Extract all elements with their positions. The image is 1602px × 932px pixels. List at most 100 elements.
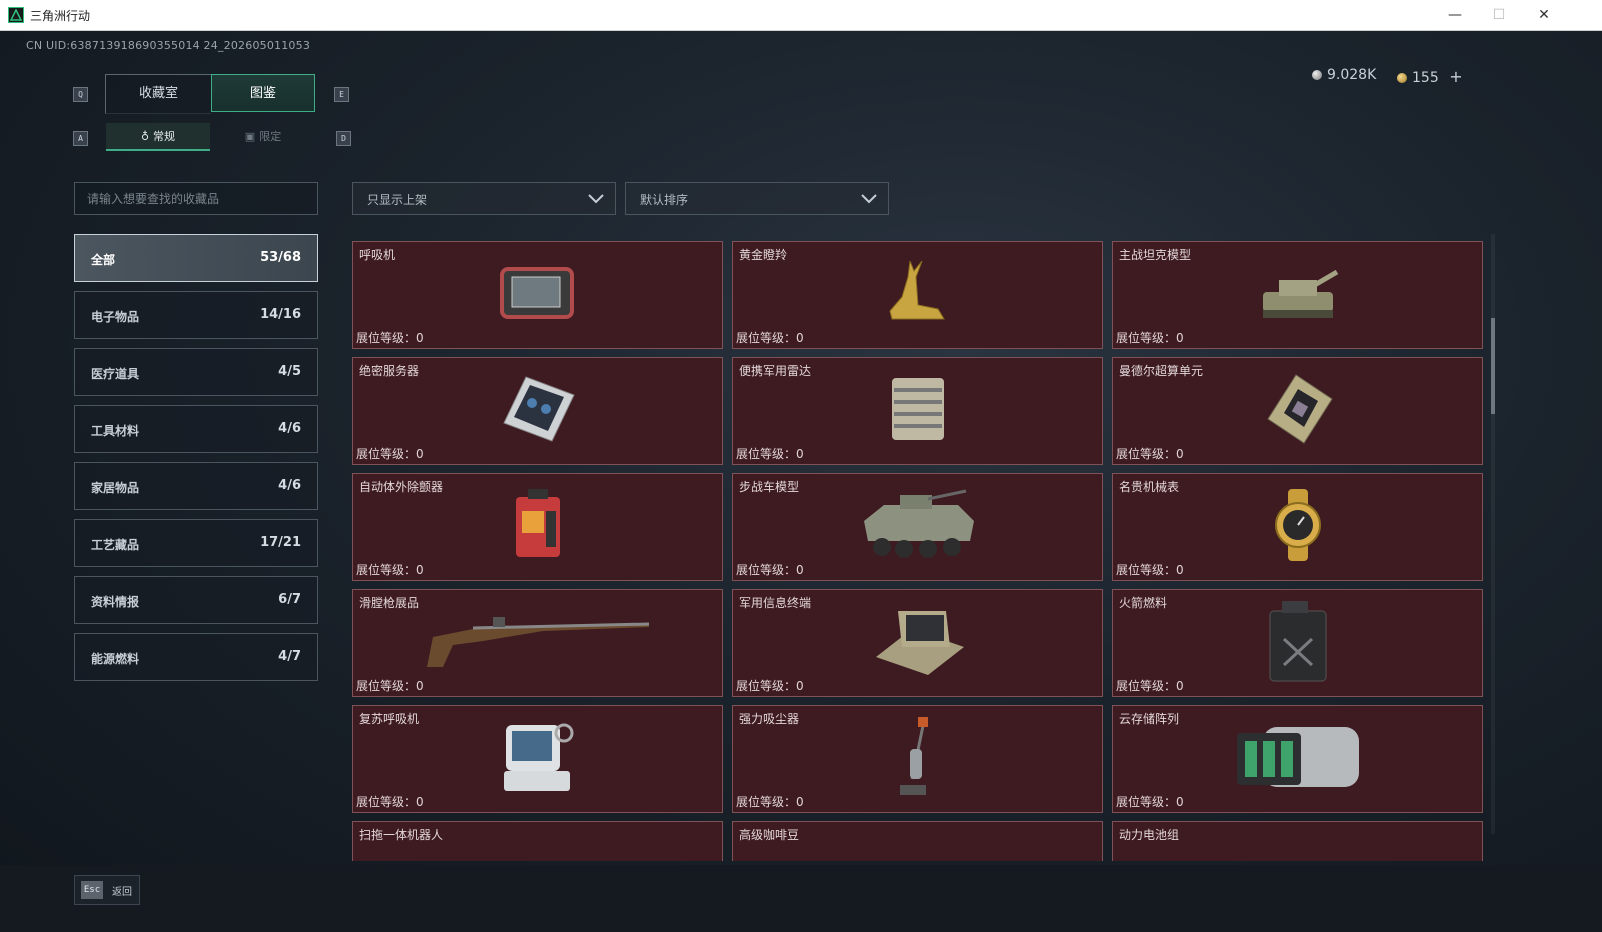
category-name: 医疗道具 <box>91 367 140 381</box>
radar-icon <box>878 374 958 448</box>
window-title: 三角洲行动 <box>30 9 91 23</box>
subtab-limited-label: 限定 <box>259 130 282 143</box>
supercomputer-unit-icon <box>1258 373 1338 449</box>
grid-scroll-thumb[interactable] <box>1491 318 1495 414</box>
fuel-can-icon <box>1262 599 1334 687</box>
item-name: 强力吸尘器 <box>739 712 800 726</box>
booth-level: 展位等级：0 <box>356 563 424 577</box>
terminal-icon <box>868 603 968 683</box>
collection-item-card[interactable]: 复苏呼吸机 展位等级：0 <box>352 705 723 813</box>
collection-item-card[interactable]: 步战车模型展位等级：0 <box>732 473 1103 581</box>
collection-item-card[interactable]: 绝密服务器 展位等级：0 <box>352 357 723 465</box>
category-count: 4/6 <box>278 478 301 493</box>
collection-item-card[interactable]: 军用信息终端 展位等级：0 <box>732 589 1103 697</box>
item-name: 复苏呼吸机 <box>359 712 420 726</box>
tab-collection-room[interactable]: 收藏室 <box>105 74 211 114</box>
musket-icon <box>423 611 653 675</box>
category-item[interactable]: 能源燃料 4/7 <box>74 633 318 681</box>
window-titlebar: 三角洲行动 — ☐ ✕ <box>0 0 1602 31</box>
category-item[interactable]: 工具材料 4/6 <box>74 405 318 453</box>
category-item[interactable]: 工艺藏品 17/21 <box>74 519 318 567</box>
search-box <box>74 182 318 215</box>
collection-item-card[interactable]: 强力吸尘器 展位等级：0 <box>732 705 1103 813</box>
add-currency-button[interactable]: + <box>1449 67 1462 86</box>
grid-scrollbar[interactable] <box>1491 234 1495 834</box>
silver-coin-icon <box>1312 70 1322 80</box>
category-count: 14/16 <box>260 307 301 322</box>
collection-item-card[interactable]: 高级咖啡豆展位等级：0 <box>732 821 1103 861</box>
booth-level: 展位等级：0 <box>356 679 424 693</box>
item-name: 动力电池组 <box>1119 828 1180 842</box>
chevron-down-icon <box>861 194 877 204</box>
booth-level: 展位等级：0 <box>736 679 804 693</box>
vacuum-icon <box>898 715 938 803</box>
category-item[interactable]: 全部 53/68 <box>74 234 318 282</box>
collection-item-card[interactable]: 动力电池组展位等级：0 <box>1112 821 1483 861</box>
collection-item-card[interactable]: 主战坦克模型 展位等级：0 <box>1112 241 1483 349</box>
category-item[interactable]: 电子物品 14/16 <box>74 291 318 339</box>
subtab-regular[interactable]: ♁ 常规 <box>106 123 210 151</box>
bottom-bar <box>0 865 1602 932</box>
key-hint-q: Q <box>73 87 88 102</box>
collection-item-card[interactable]: 曼德尔超算单元 展位等级：0 <box>1112 357 1483 465</box>
category-name: 工具材料 <box>91 424 140 438</box>
category-name: 工艺藏品 <box>91 538 140 552</box>
app-logo-icon <box>8 7 24 23</box>
category-name: 电子物品 <box>91 310 140 324</box>
collection-item-card[interactable]: 黄金瞪羚 展位等级：0 <box>732 241 1103 349</box>
category-count: 6/7 <box>278 592 301 607</box>
collection-item-card[interactable]: 云存储阵列 展位等级：0 <box>1112 705 1483 813</box>
collection-item-card[interactable]: 便携军用雷达 展位等级：0 <box>732 357 1103 465</box>
silver-currency: 9.028K <box>1312 67 1376 83</box>
storage-array-icon <box>1233 719 1363 799</box>
item-grid: 呼吸机 展位等级：0 黄金瞪羚 展位等级：0 主战坦克模型 展位等级：0 绝密服务器 展位等级… <box>352 241 1496 861</box>
booth-level: 展位等级：0 <box>1116 679 1184 693</box>
item-name: 黄金瞪羚 <box>739 248 788 262</box>
subtab-limited[interactable]: ▣ 限定 <box>211 123 315 151</box>
category-item[interactable]: 医疗道具 4/5 <box>74 348 318 396</box>
item-name: 云存储阵列 <box>1119 712 1180 726</box>
search-input[interactable] <box>75 183 317 214</box>
collection-item-card[interactable]: 火箭燃料展位等级：0 <box>1112 589 1483 697</box>
tab-codex[interactable]: 图鉴 <box>211 74 315 112</box>
close-button[interactable]: ✕ <box>1523 2 1565 28</box>
resuscitator-icon <box>496 719 580 799</box>
category-name: 家居物品 <box>91 481 140 495</box>
shelf-filter-dropdown[interactable]: 只显示上架 <box>352 182 616 215</box>
booth-level: 展位等级：0 <box>736 447 804 461</box>
category-count: 17/21 <box>260 535 301 550</box>
booth-level: 展位等级：0 <box>736 563 804 577</box>
sort-dropdown[interactable]: 默认排序 <box>625 182 889 215</box>
defibrillator-icon <box>510 487 566 567</box>
item-name: 步战车模型 <box>739 480 800 494</box>
tank-model-icon <box>1253 258 1343 332</box>
collection-item-card[interactable]: 扫拖一体机器人展位等级：0 <box>352 821 723 861</box>
minimize-button[interactable]: — <box>1434 2 1476 28</box>
collection-item-card[interactable]: 自动体外除颤器 展位等级：0 <box>352 473 723 581</box>
server-icon <box>496 373 580 449</box>
sort-value: 默认排序 <box>640 193 689 207</box>
key-hint-e: E <box>334 87 349 102</box>
shelf-filter-value: 只显示上架 <box>367 193 428 207</box>
collection-item-card[interactable]: 呼吸机 展位等级：0 <box>352 241 723 349</box>
item-name: 火箭燃料 <box>1119 596 1168 610</box>
category-name: 全部 <box>91 253 116 267</box>
item-name: 扫拖一体机器人 <box>359 828 444 842</box>
category-count: 4/5 <box>278 364 301 379</box>
item-name: 高级咖啡豆 <box>739 828 800 842</box>
category-item[interactable]: 资料情报 6/7 <box>74 576 318 624</box>
booth-level: 展位等级：0 <box>1116 447 1184 461</box>
category-count: 4/6 <box>278 421 301 436</box>
collection-item-card[interactable]: 名贵机械表 展位等级：0 <box>1112 473 1483 581</box>
category-item[interactable]: 家居物品 4/6 <box>74 462 318 510</box>
maximize-button[interactable]: ☐ <box>1478 2 1520 28</box>
item-name: 军用信息终端 <box>739 596 812 610</box>
collection-item-card[interactable]: 滑膛枪展品 展位等级：0 <box>352 589 723 697</box>
category-name: 能源燃料 <box>91 652 140 666</box>
item-name: 呼吸机 <box>359 248 396 262</box>
back-button[interactable]: Esc 返回 <box>74 875 140 905</box>
booth-level: 展位等级：0 <box>356 447 424 461</box>
flask-icon: ♁ <box>140 130 150 143</box>
booth-level: 展位等级：0 <box>1116 563 1184 577</box>
player-uid: CN UID:638713918690355014 24_20260501105… <box>26 39 311 52</box>
